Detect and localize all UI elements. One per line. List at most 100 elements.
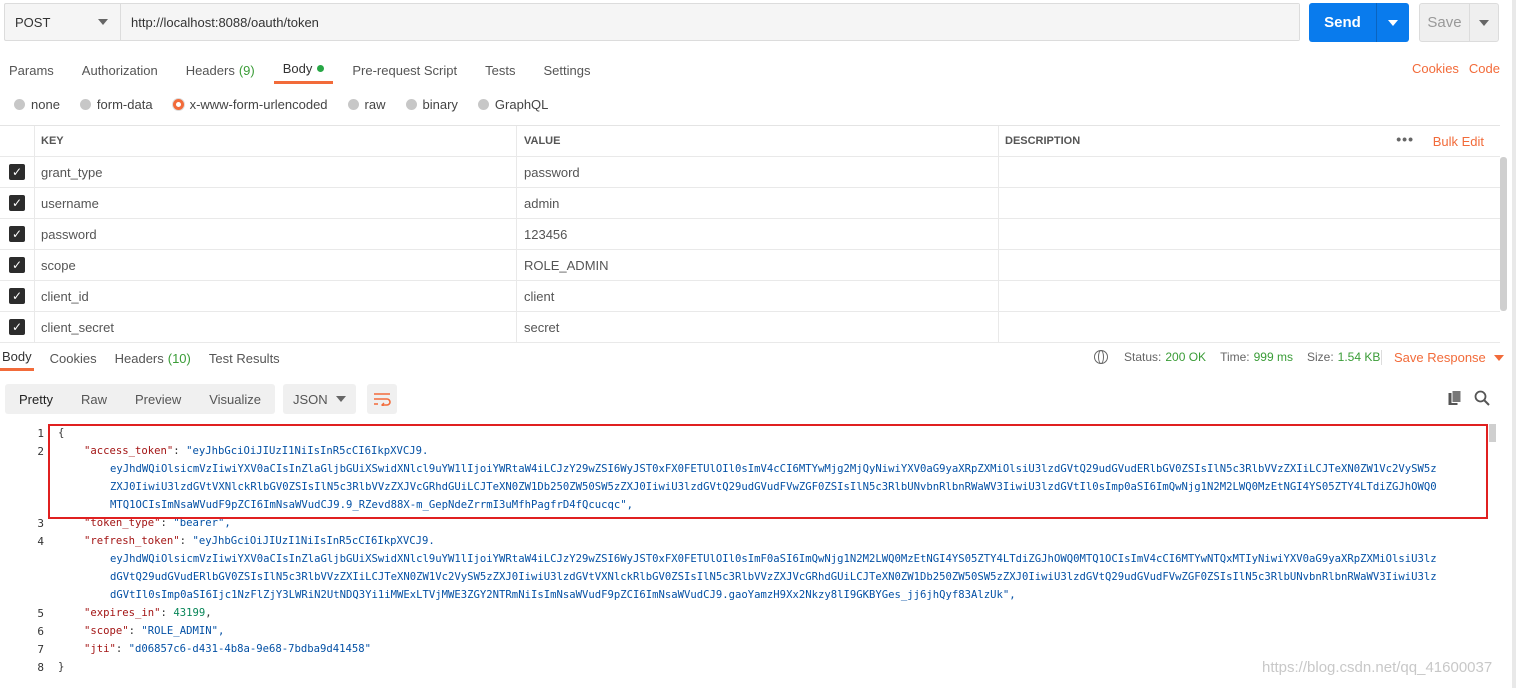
- more-options-icon[interactable]: •••: [1396, 131, 1414, 147]
- checkbox-checked-icon[interactable]: ✓: [9, 288, 25, 304]
- mode-none[interactable]: none: [14, 97, 60, 112]
- mode-binary[interactable]: binary: [405, 97, 458, 112]
- row-check-cell: ✓: [0, 219, 35, 249]
- code-line: "jti": "d06857c6-d431-4b8a-9e68-7bdba9d4…: [84, 643, 372, 655]
- value-cell[interactable]: admin: [517, 188, 999, 218]
- checkbox-checked-icon[interactable]: ✓: [9, 257, 25, 273]
- tab-body[interactable]: Body: [273, 56, 334, 84]
- tab-label: Settings: [543, 62, 591, 78]
- save-response-button[interactable]: Save Response: [1381, 350, 1504, 365]
- description-cell[interactable]: [999, 250, 1500, 280]
- mode-raw[interactable]: raw: [347, 97, 386, 112]
- tab-label: Tests: [485, 62, 516, 78]
- line-number: 6: [37, 625, 44, 638]
- resp-tab-test-results[interactable]: Test Results: [207, 345, 282, 371]
- row-check-cell: ✓: [0, 188, 35, 218]
- bulk-edit-link[interactable]: Bulk Edit: [1433, 134, 1484, 149]
- method-select[interactable]: POST: [5, 4, 121, 40]
- mode-form-data[interactable]: form-data: [79, 97, 153, 112]
- mode-urlencoded[interactable]: x-www-form-urlencoded: [172, 97, 328, 112]
- table-header: KEY VALUE DESCRIPTION ••• Bulk Edit: [0, 126, 1500, 157]
- value-cell[interactable]: secret: [517, 312, 999, 342]
- checkbox-checked-icon[interactable]: ✓: [9, 319, 25, 335]
- value-cell[interactable]: password: [517, 157, 999, 187]
- column-value: VALUE: [517, 126, 999, 156]
- send-button[interactable]: Send: [1309, 3, 1377, 42]
- line-number: 1: [37, 427, 44, 440]
- wrap-lines-button[interactable]: [367, 384, 397, 414]
- mode-graphql[interactable]: GraphQL: [477, 97, 548, 112]
- json-key: "token_type": [84, 517, 161, 529]
- checkbox-checked-icon[interactable]: ✓: [9, 226, 25, 242]
- size-label: Size:: [1306, 350, 1334, 364]
- tab-label: Pre-request Script: [352, 62, 458, 78]
- radio-icon: [79, 99, 91, 110]
- table-scrollbar[interactable]: [1500, 157, 1507, 311]
- key-cell[interactable]: grant_type: [35, 157, 517, 187]
- line-number: 3: [37, 517, 44, 530]
- watermark: https://blog.csdn.net/qq_41600037: [1262, 659, 1493, 676]
- view-preview[interactable]: Preview: [121, 384, 195, 414]
- view-pretty[interactable]: Pretty: [5, 384, 67, 414]
- description-cell[interactable]: [999, 157, 1500, 187]
- value-cell[interactable]: ROLE_ADMIN: [517, 250, 999, 280]
- header-check-cell: [0, 126, 35, 156]
- code-continuation: eyJhdWQiOlsicmVzIiwiYXV0aCIsInZlaGljbGUi…: [110, 553, 1437, 565]
- code-continuation: dGVtQ29udGVudERlbGV0ZSIsIlN5c3RlbVVzZXIi…: [110, 571, 1437, 583]
- time-label: Time:: [1220, 350, 1250, 364]
- resp-tab-cookies[interactable]: Cookies: [48, 345, 99, 371]
- save-button[interactable]: Save: [1420, 4, 1470, 41]
- tab-tests[interactable]: Tests: [476, 56, 524, 84]
- json-number: 43199: [173, 607, 206, 619]
- tab-label: Body: [282, 61, 313, 76]
- tab-pre-request-script[interactable]: Pre-request Script: [343, 56, 466, 84]
- value-cell[interactable]: 123456: [517, 219, 999, 249]
- view-mode-toolbar: Pretty Raw Preview Visualize: [5, 384, 276, 414]
- send-options-button[interactable]: [1377, 3, 1409, 42]
- resp-tab-body[interactable]: Body: [0, 345, 34, 371]
- key-cell[interactable]: client_id: [35, 281, 517, 311]
- view-visualize[interactable]: Visualize: [195, 384, 275, 414]
- description-cell[interactable]: [999, 219, 1500, 249]
- table-row: ✓ password 123456: [0, 219, 1500, 250]
- tab-label: Body: [2, 349, 32, 364]
- table-row: ✓ client_secret secret: [0, 312, 1500, 343]
- description-cell[interactable]: [999, 281, 1500, 311]
- search-icon[interactable]: [1474, 390, 1490, 406]
- chevron-down-icon: [336, 396, 346, 402]
- code-link[interactable]: Code: [1469, 61, 1500, 76]
- column-description-cell: DESCRIPTION ••• Bulk Edit: [999, 126, 1500, 156]
- tab-params[interactable]: Params: [0, 56, 63, 84]
- checkbox-checked-icon[interactable]: ✓: [9, 195, 25, 211]
- save-options-button[interactable]: [1470, 4, 1498, 41]
- key-cell[interactable]: password: [35, 219, 517, 249]
- time-value: 999 ms: [1253, 350, 1293, 364]
- view-raw[interactable]: Raw: [67, 384, 121, 414]
- checkbox-checked-icon[interactable]: ✓: [9, 164, 25, 180]
- code-scrollbar[interactable]: [1489, 424, 1496, 442]
- key-cell[interactable]: scope: [35, 250, 517, 280]
- key-cell[interactable]: username: [35, 188, 517, 218]
- key-cell[interactable]: client_secret: [35, 312, 517, 342]
- value-cell[interactable]: client: [517, 281, 999, 311]
- tab-headers[interactable]: Headers (9): [177, 56, 264, 84]
- copy-icon[interactable]: [1448, 390, 1462, 406]
- column-description: DESCRIPTION: [1005, 135, 1081, 147]
- right-links: Cookies Code: [1412, 61, 1500, 76]
- description-cell[interactable]: [999, 188, 1500, 218]
- description-cell[interactable]: [999, 312, 1500, 342]
- globe-icon[interactable]: [1094, 350, 1108, 364]
- table-row: ✓ scope ROLE_ADMIN: [0, 250, 1500, 281]
- resp-tab-headers[interactable]: Headers (10): [113, 345, 193, 371]
- column-key: KEY: [35, 126, 517, 156]
- method-label: POST: [15, 14, 51, 30]
- table-row: ✓ username admin: [0, 188, 1500, 219]
- response-body-code[interactable]: 1 2 3 4 5 6 7 8 { "access_token": "eyJhb…: [0, 424, 1486, 688]
- tab-settings[interactable]: Settings: [534, 56, 599, 84]
- cookies-link[interactable]: Cookies: [1412, 61, 1459, 76]
- mode-label: raw: [364, 97, 386, 112]
- tab-authorization[interactable]: Authorization: [73, 56, 167, 84]
- radio-icon: [477, 99, 489, 110]
- url-input[interactable]: http://localhost:8088/oauth/token: [121, 4, 1299, 40]
- format-select[interactable]: JSON: [283, 384, 356, 414]
